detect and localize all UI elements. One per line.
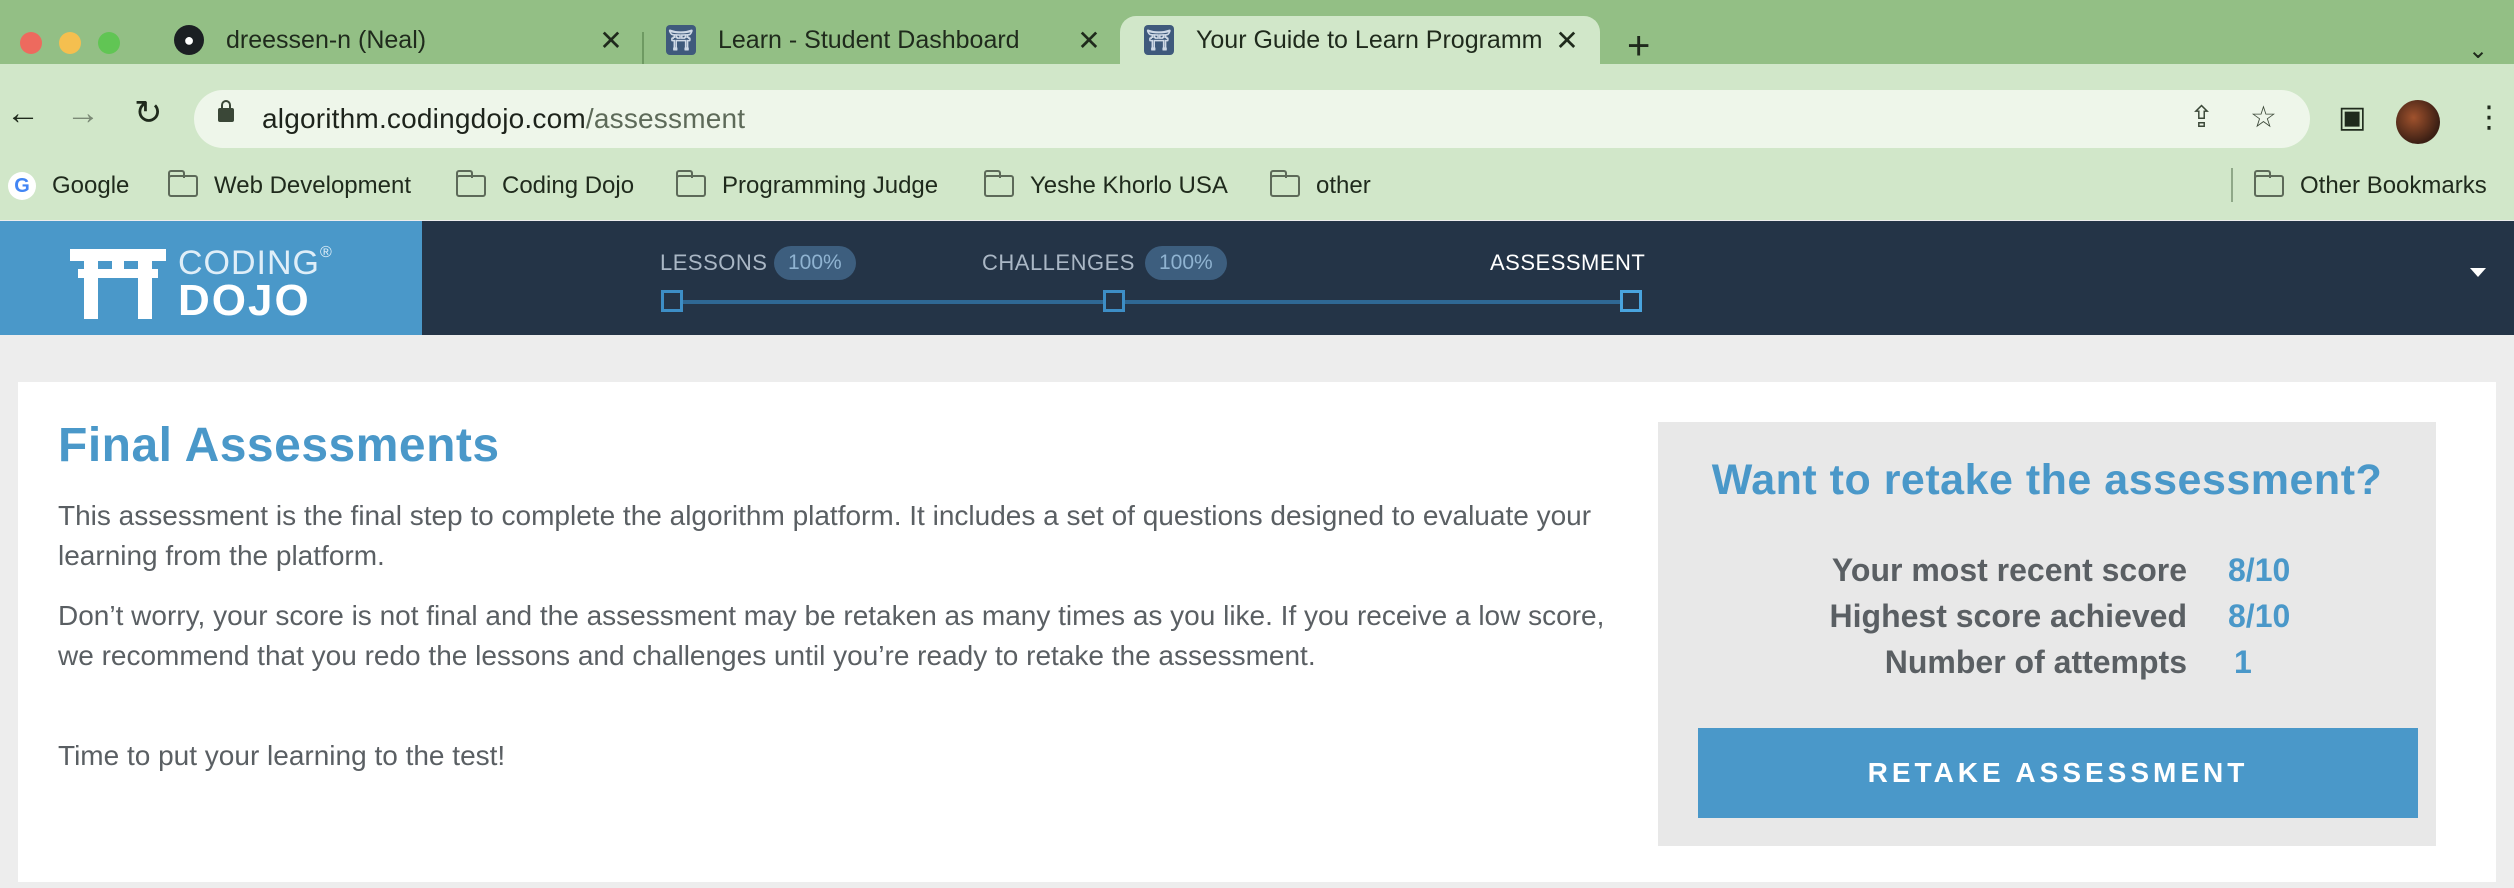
- folder-icon: [2253, 170, 2284, 197]
- back-icon[interactable]: ←: [6, 96, 40, 130]
- folder-icon: [167, 170, 198, 197]
- bookmark-programming-judge[interactable]: Programming Judge: [675, 170, 939, 202]
- profile-avatar[interactable]: [2396, 100, 2440, 144]
- closing-paragraph: Time to put your learning to the test!: [58, 740, 506, 771]
- bookmark-label: Web Development: [214, 172, 411, 199]
- close-window-button[interactable]: [20, 32, 42, 54]
- bookmark-label: Yeshe Khorlo USA: [1030, 172, 1228, 199]
- progress-line: [672, 300, 1632, 304]
- google-icon: G: [8, 172, 36, 200]
- tab-student-dashboard[interactable]: ⛩ Learn - Student Dashboard ✕: [666, 16, 1106, 64]
- bookmark-label: Coding Dojo: [502, 172, 635, 199]
- url-path: /assessment: [585, 103, 746, 134]
- address-bar[interactable]: algorithm.codingdojo.com/assessment ⇪ ☆: [194, 90, 2310, 148]
- page-title: Final Assessments: [58, 419, 500, 472]
- challenges-progress-badge: 100%: [1145, 246, 1227, 280]
- folder-icon: [455, 170, 486, 197]
- side-panel-icon[interactable]: ▣: [2338, 100, 2366, 135]
- highest-score-value: 8/10: [2228, 598, 2291, 634]
- forward-icon[interactable]: →: [66, 96, 100, 130]
- step-node-challenges[interactable]: [1103, 290, 1125, 312]
- recent-score-value: 8/10: [2228, 552, 2291, 588]
- logo-text-bottom: DOJO: [178, 276, 311, 325]
- share-icon[interactable]: ⇪: [2189, 100, 2214, 135]
- reload-icon[interactable]: ↻: [134, 96, 163, 130]
- tab-your-guide[interactable]: ⛩ Your Guide to Learn Programm ✕: [1120, 16, 1600, 64]
- attempts-value: 1: [2234, 644, 2252, 680]
- torii-gate-icon: [70, 249, 166, 319]
- retake-assessment-button[interactable]: RETAKE ASSESSMENT: [1698, 728, 2418, 818]
- step-node-lessons[interactable]: [661, 290, 683, 312]
- attempts-label: Number of attempts: [1884, 644, 2187, 680]
- url-host: algorithm.codingdojo.com: [262, 103, 586, 134]
- tab-github[interactable]: ● dreessen-n (Neal) ✕: [174, 16, 634, 64]
- folder-icon: [1269, 170, 1300, 197]
- folder-icon: [983, 170, 1014, 197]
- close-icon[interactable]: ✕: [1552, 24, 1582, 57]
- minimize-window-button[interactable]: [59, 32, 81, 54]
- url-text[interactable]: algorithm.codingdojo.com/assessment: [262, 103, 745, 135]
- tab-title: dreessen-n (Neal): [226, 25, 427, 54]
- lock-icon: [218, 100, 234, 122]
- bookmark-label: other: [1316, 172, 1371, 199]
- tab-title: Your Guide to Learn Programm: [1196, 25, 1543, 54]
- step-node-assessment[interactable]: [1620, 290, 1642, 312]
- bookmark-label: Other Bookmarks: [2300, 172, 2487, 199]
- coding-dojo-icon: ⛩: [1144, 25, 1174, 55]
- close-icon[interactable]: ✕: [596, 24, 626, 57]
- bookmark-yeshe-khorlo[interactable]: Yeshe Khorlo USA: [983, 170, 1228, 202]
- recent-score-label: Your most recent score: [1831, 552, 2187, 588]
- bookmark-coding-dojo[interactable]: Coding Dojo: [455, 170, 635, 202]
- bookmark-google[interactable]: G Google: [8, 170, 129, 202]
- bookmarks-divider: [2231, 168, 2233, 202]
- more-menu-icon[interactable]: ⋮: [2474, 100, 2504, 135]
- step-challenges-label[interactable]: CHALLENGES: [982, 250, 1135, 276]
- github-icon: ●: [174, 25, 204, 55]
- tab-divider: [642, 32, 644, 66]
- new-tab-button[interactable]: +: [1627, 26, 1650, 66]
- folder-icon: [675, 170, 706, 197]
- star-icon[interactable]: ☆: [2250, 100, 2277, 135]
- other-bookmarks[interactable]: Other Bookmarks: [2253, 170, 2487, 202]
- lessons-progress-badge: 100%: [774, 246, 856, 280]
- step-assessment-label[interactable]: ASSESSMENT: [1490, 250, 1645, 276]
- close-icon[interactable]: ✕: [1074, 24, 1104, 57]
- coding-dojo-icon: ⛩: [666, 25, 696, 55]
- bookmark-other[interactable]: other: [1269, 170, 1371, 202]
- tab-title: Learn - Student Dashboard: [718, 25, 1020, 54]
- chevron-down-icon[interactable]: ⌄: [2468, 36, 2488, 65]
- highest-score-label: Highest score achieved: [1829, 598, 2187, 634]
- bookmark-label: Programming Judge: [722, 172, 939, 199]
- retake-info-paragraph: Don’t worry, your score is not final and…: [58, 600, 1605, 671]
- step-lessons-label[interactable]: LESSONS: [660, 250, 767, 276]
- retake-panel-title: Want to retake the assessment?: [1711, 456, 2383, 504]
- bookmark-label: Google: [52, 172, 130, 199]
- bookmark-web-development[interactable]: Web Development: [167, 170, 411, 202]
- maximize-window-button[interactable]: [98, 32, 120, 54]
- intro-paragraph: This assessment is the final step to com…: [58, 500, 1592, 571]
- caret-down-icon[interactable]: [2470, 268, 2486, 277]
